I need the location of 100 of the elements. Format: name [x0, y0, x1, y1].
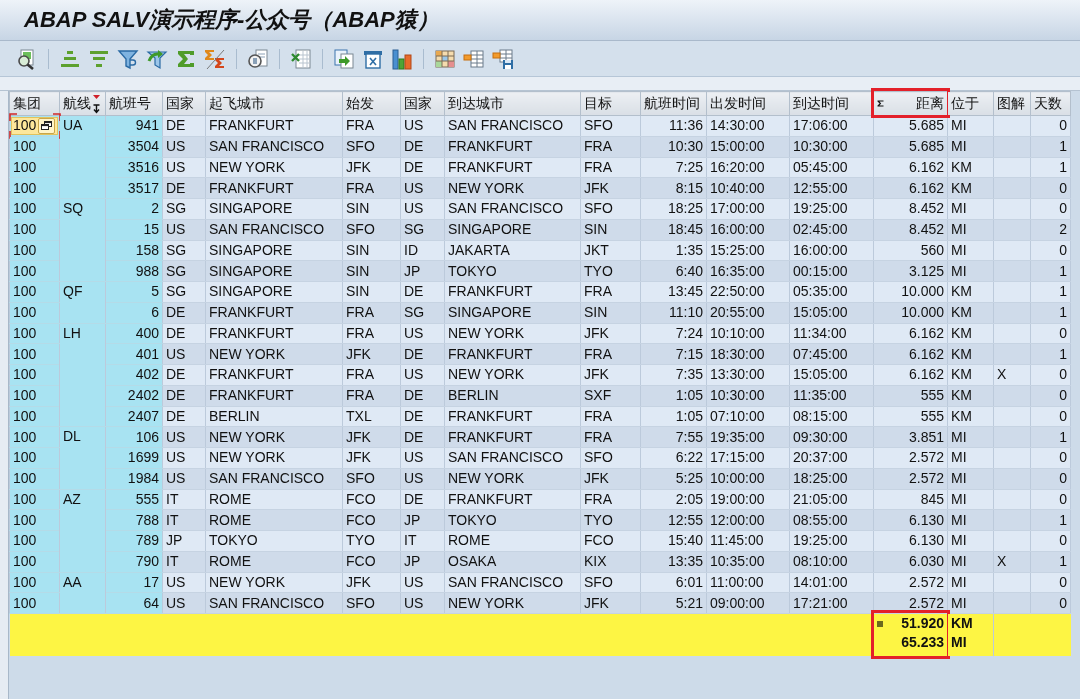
table-cell: 12:00:00	[706, 509, 790, 531]
table-cell: SFO	[580, 198, 641, 220]
table-cell: 0	[1030, 198, 1071, 220]
column-header[interactable]: 国家	[400, 91, 445, 116]
table-cell: SAN FRANCISCO	[205, 592, 343, 614]
table-cell: SAN FRANCISCO	[444, 198, 581, 220]
table-cell: 10:30:00	[706, 385, 790, 406]
table-cell: US	[162, 572, 206, 593]
column-header[interactable]: 出发时间	[706, 91, 790, 116]
table-cell: 17:06:00	[789, 115, 874, 137]
table-cell: DE	[162, 385, 206, 406]
table-cell: US	[162, 426, 206, 448]
table-cell: 13:35	[640, 551, 707, 572]
table-cell: 100	[9, 447, 60, 469]
table-cell: 21:05:00	[789, 489, 874, 510]
column-header[interactable]: 到达城市	[444, 91, 581, 116]
table-cell: DE	[400, 136, 445, 157]
table-cell: MI	[947, 468, 994, 489]
table-cell: 18:25:00	[789, 468, 874, 489]
layout-icon[interactable]	[463, 47, 485, 70]
table-cell: SFO	[342, 219, 401, 240]
table-cell: FCO	[342, 509, 401, 531]
table-cell: MI	[947, 219, 994, 240]
table-cell: 7:24	[640, 323, 707, 344]
table-cell: 1	[1030, 302, 1071, 323]
table-cell: JFK	[342, 157, 401, 178]
table-cell: 845	[873, 489, 948, 510]
table-cell: KIX	[580, 551, 641, 572]
table-cell: 6.162	[873, 177, 948, 199]
column-header[interactable]: 图解	[993, 91, 1031, 116]
table-cell: 6:40	[640, 260, 707, 282]
table-cell: JKT	[580, 240, 641, 261]
table-cell: DE	[162, 302, 206, 323]
column-header[interactable]: 航班时间	[640, 91, 707, 116]
window-title: ABAP SALV演示程序-公众号（ABAP猿）	[24, 6, 439, 34]
table-cell: SAN FRANCISCO	[205, 468, 343, 489]
grid-icon[interactable]	[434, 47, 456, 70]
table-cell: 0	[1030, 468, 1071, 489]
table-cell: 0	[1030, 240, 1071, 261]
table-cell: MI	[947, 447, 994, 469]
table-cell: FRANKFURT	[444, 426, 581, 448]
table-cell: SAN FRANCISCO	[444, 447, 581, 469]
table-cell: 2	[1030, 219, 1071, 240]
table-cell: MI	[947, 115, 994, 137]
table-cell: FRA	[580, 489, 641, 510]
column-header[interactable]: 起飞城市	[205, 91, 343, 116]
table-cell: KM	[947, 323, 994, 344]
table-cell: 19:25:00	[789, 530, 874, 552]
table-cell: SAN FRANCISCO	[444, 572, 581, 593]
column-header[interactable]: 集团	[9, 91, 60, 116]
save-layout-icon[interactable]	[492, 47, 514, 70]
table-cell: 16:20:00	[706, 157, 790, 178]
column-header[interactable]: 始发	[342, 91, 401, 116]
table-cell: 05:35:00	[789, 281, 874, 303]
column-header[interactable]: 国家	[162, 91, 206, 116]
table-cell: 100	[9, 551, 60, 572]
bar-chart-icon[interactable]	[391, 47, 413, 70]
table-cell: JFK	[580, 468, 641, 489]
table-cell: SQ	[59, 198, 106, 282]
table-cell: FCO	[342, 551, 401, 572]
document-circle-icon[interactable]	[247, 47, 269, 70]
table-cell: 18:45	[640, 219, 707, 240]
table-cell: 07:45:00	[789, 343, 874, 365]
table-cell: FRANKFURT	[444, 136, 581, 157]
table-cell: US	[400, 364, 445, 386]
table-cell: JP	[400, 551, 445, 572]
table-cell: NEW YORK	[444, 177, 581, 199]
column-header[interactable]: 到达时间	[789, 91, 874, 116]
column-header[interactable]: 航班号	[105, 91, 163, 116]
table-cell: 3.851	[873, 426, 948, 448]
table-cell: US	[162, 592, 206, 614]
table-cell: 11:10	[640, 302, 707, 323]
table-cell: 6.162	[873, 323, 948, 344]
column-header[interactable]: 天数	[1030, 91, 1071, 116]
subtotal-icon[interactable]	[204, 47, 226, 70]
table-cell: 5.685	[873, 115, 948, 137]
column-header[interactable]: 位于	[947, 91, 994, 116]
table-cell: JP	[400, 260, 445, 282]
table-cell: ROME	[205, 489, 343, 510]
table-cell: FRANKFURT	[444, 281, 581, 303]
arrow-funnel-icon[interactable]	[146, 47, 168, 70]
table-cell: 7:25	[640, 157, 707, 178]
table-cell: DE	[400, 385, 445, 406]
table-cell: 15:40	[640, 530, 707, 552]
table-cell: 0	[1030, 323, 1071, 344]
table-cell: 17:15:00	[706, 447, 790, 469]
table-cell: 1:05	[640, 406, 707, 427]
table-cell: FRA	[580, 157, 641, 178]
table-cell: SIN	[580, 302, 641, 323]
table-cell: US	[162, 447, 206, 469]
table-cell: KM	[947, 343, 994, 365]
filter-icon[interactable]	[117, 47, 139, 70]
column-header[interactable]: 距离	[873, 91, 948, 116]
spreadsheet-icon[interactable]	[290, 47, 312, 70]
table-cell: TXL	[342, 406, 401, 427]
export-icon[interactable]	[333, 47, 355, 70]
table-cell: MI	[947, 426, 994, 448]
table-cell: FRANKFURT	[444, 157, 581, 178]
column-header[interactable]: 航线	[59, 91, 106, 116]
column-header[interactable]: 目标	[580, 91, 641, 116]
